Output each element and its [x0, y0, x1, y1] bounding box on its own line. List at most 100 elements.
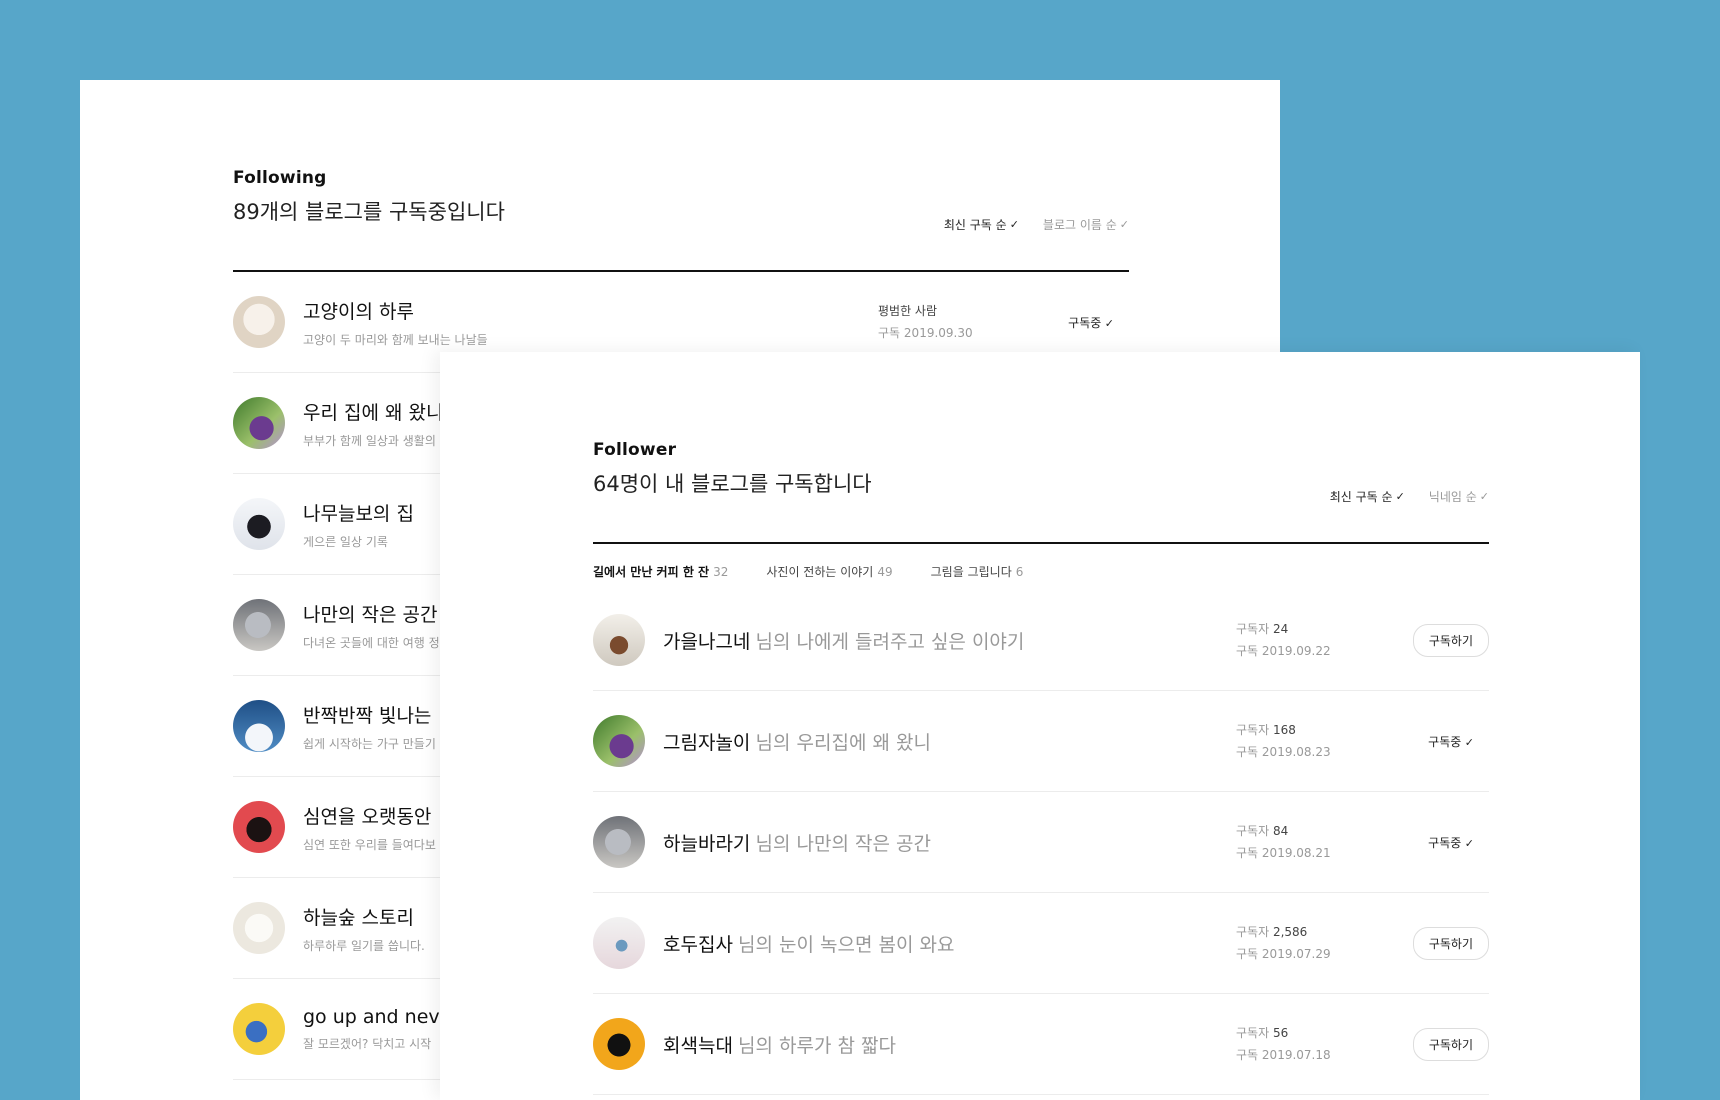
list-item[interactable]: 회색늑대 님의 하루가 참 짧다 구독자 56 구독 2019.07.18 구독… [593, 994, 1489, 1095]
follower-blog: 님의 하루가 참 짧다 [738, 1034, 896, 1057]
subscribe-date: 2019.09.30 [903, 326, 973, 340]
check-icon: ✓ [1009, 218, 1019, 231]
blog-title[interactable]: 반짝반짝 빛나는 [303, 701, 436, 728]
follower-name[interactable]: 하늘바라기 [663, 833, 750, 855]
list-item[interactable]: 호두집사 님의 눈이 녹으면 봄이 와요 구독자 2,586 구독 2019.0… [593, 893, 1489, 994]
blog-title[interactable]: 하늘숲 스토리 [303, 903, 425, 930]
cat-icon [233, 599, 285, 651]
sort-by-name[interactable]: 블로그 이름 순 ✓ [1043, 216, 1129, 233]
follower-blog: 님의 나만의 작은 공간 [755, 832, 931, 855]
headline-row: 64명이 내 블로그를 구독합니다 최신 구독 순 ✓ 닉네임 순 ✓ [593, 468, 1489, 518]
subs-label: 구독자 [1236, 1026, 1270, 1040]
section-label: Follower [593, 440, 677, 460]
blog-description: 고양이 두 마리와 함께 보내는 나날들 [303, 332, 488, 347]
date-label: 구독 [1236, 644, 1259, 658]
blog-tabs: 길에서 만난 커피 한 잔 32 사진이 전하는 이야기 49 그림을 그립니다 6 [593, 563, 1489, 580]
sort-label: 블로그 이름 순 [1042, 218, 1117, 232]
subscriber-count: 168 [1272, 723, 1296, 737]
check-icon: ✓ [1119, 218, 1129, 231]
tab-count: 32 [713, 565, 729, 579]
sort-label: 닉네임 순 [1428, 490, 1477, 504]
subscribe-date: 2019.07.18 [1261, 1048, 1331, 1062]
blog-title[interactable]: 나무늘보의 집 [303, 499, 414, 526]
subscribe-date: 2019.08.21 [1261, 846, 1331, 860]
dog-icon [233, 498, 285, 550]
blog-title[interactable]: 나만의 작은 공간 [303, 600, 440, 627]
follower-name[interactable]: 회색늑대 [663, 1035, 733, 1057]
follower-panel: Follower 64명이 내 블로그를 구독합니다 최신 구독 순 ✓ 닉네임… [440, 352, 1640, 1100]
puppy-icon [233, 902, 285, 954]
heart-icon [593, 614, 645, 666]
sort-label: 최신 구독 순 [943, 218, 1007, 232]
subscriber-count: 84 [1272, 824, 1289, 838]
subscribed-button[interactable]: 구독중 ✓ [1413, 827, 1489, 858]
section-label: Following [233, 168, 327, 188]
check-icon: ✓ [1461, 735, 1474, 749]
blog-title[interactable]: go up and never [303, 1006, 459, 1028]
grape-icon [593, 715, 645, 767]
subscribe-button[interactable]: 구독하기 [1412, 1027, 1489, 1061]
blog-owner: 평범한 사람 [878, 304, 938, 318]
tab-drawing[interactable]: 그림을 그립니다 6 [931, 563, 1024, 580]
subscriber-count: 56 [1272, 1026, 1289, 1040]
subs-label: 구독자 [1236, 824, 1270, 838]
grape-icon [233, 397, 285, 449]
sort-options: 최신 구독 순 ✓ 블로그 이름 순 ✓ [944, 216, 1129, 233]
sort-by-nickname[interactable]: 닉네임 순 ✓ [1429, 488, 1489, 505]
subscribe-date: 2019.09.22 [1261, 644, 1331, 658]
subscribed-button[interactable]: 구독중 ✓ [1053, 307, 1129, 338]
tab-coffee[interactable]: 길에서 만난 커피 한 잔 32 [593, 563, 728, 580]
tab-label: 그림을 그립니다 [930, 565, 1012, 579]
cloud-icon [233, 700, 285, 752]
person-icon [593, 917, 645, 969]
divider [593, 542, 1489, 544]
follower-meta: 구독자 2,586 구독 2019.07.29 [1236, 921, 1331, 965]
follower-name[interactable]: 호두집사 [663, 934, 733, 956]
list-item[interactable]: 하늘바라기 님의 나만의 작은 공간 구독자 84 구독 2019.08.21 … [593, 792, 1489, 893]
subscribe-button[interactable]: 구독하기 [1412, 926, 1489, 960]
list-item[interactable]: 가을나그네 님의 나에게 들려주고 싶은 이야기 구독자 24 구독 2019.… [593, 590, 1489, 691]
blog-title[interactable]: 고양이의 하루 [303, 297, 488, 324]
cat-icon [233, 296, 285, 348]
action-label: 구독중 [1068, 315, 1102, 330]
follower-name[interactable]: 가을나그네 [663, 631, 750, 653]
boy-icon [233, 1003, 285, 1055]
blog-description: 부부가 함께 일상과 생활의 [303, 433, 436, 448]
subscriber-count: 2,586 [1272, 925, 1308, 939]
subscriber-count: 24 [1272, 622, 1289, 636]
follower-meta: 구독자 84 구독 2019.08.21 [1236, 820, 1331, 864]
list-item[interactable]: 그림자놀이 님의 우리집에 왜 왔니 구독자 168 구독 2019.08.23… [593, 691, 1489, 792]
date-label: 구독 [1236, 947, 1259, 961]
blog-description: 잘 모르겠어? 닥치고 시작 [303, 1037, 432, 1051]
sort-latest[interactable]: 최신 구독 순 ✓ [1330, 488, 1405, 505]
date-label: 구독 [1236, 1048, 1259, 1062]
action-label: 구독중 [1428, 835, 1462, 850]
blog-title[interactable]: 심연을 오랫동안 [303, 802, 436, 829]
sort-options: 최신 구독 순 ✓ 닉네임 순 ✓ [1330, 488, 1489, 505]
subscribe-date: 2019.07.29 [1261, 947, 1331, 961]
check-icon: ✓ [1101, 316, 1114, 330]
dog-icon [233, 801, 285, 853]
date-label: 구독 [1236, 745, 1259, 759]
tab-count: 6 [1015, 565, 1024, 579]
sort-label: 최신 구독 순 [1329, 490, 1393, 504]
tab-photo[interactable]: 사진이 전하는 이야기 49 [766, 563, 892, 580]
check-icon: ✓ [1461, 836, 1474, 850]
follower-meta: 구독자 168 구독 2019.08.23 [1236, 719, 1331, 763]
cat-icon [593, 816, 645, 868]
sort-latest[interactable]: 최신 구독 순 ✓ [944, 216, 1019, 233]
follower-blog: 님의 나에게 들려주고 싶은 이야기 [755, 630, 1025, 653]
blog-title[interactable]: 우리 집에 왜 왔니 [303, 398, 443, 425]
follower-blog: 님의 눈이 녹으면 봄이 와요 [738, 933, 955, 956]
subs-label: 구독자 [1236, 723, 1270, 737]
follower-meta: 구독자 56 구독 2019.07.18 [1236, 1022, 1331, 1066]
tab-label: 길에서 만난 커피 한 잔 [593, 565, 710, 579]
date-label: 구독 [878, 326, 901, 340]
follower-name[interactable]: 그림자놀이 [663, 732, 750, 754]
blog-description: 다녀온 곳들에 대한 여행 정 [303, 635, 440, 650]
subs-label: 구독자 [1236, 925, 1270, 939]
subscribed-button[interactable]: 구독중 ✓ [1413, 726, 1489, 757]
subs-label: 구독자 [1236, 622, 1270, 636]
date-label: 구독 [1236, 846, 1259, 860]
subscribe-button[interactable]: 구독하기 [1412, 623, 1489, 657]
